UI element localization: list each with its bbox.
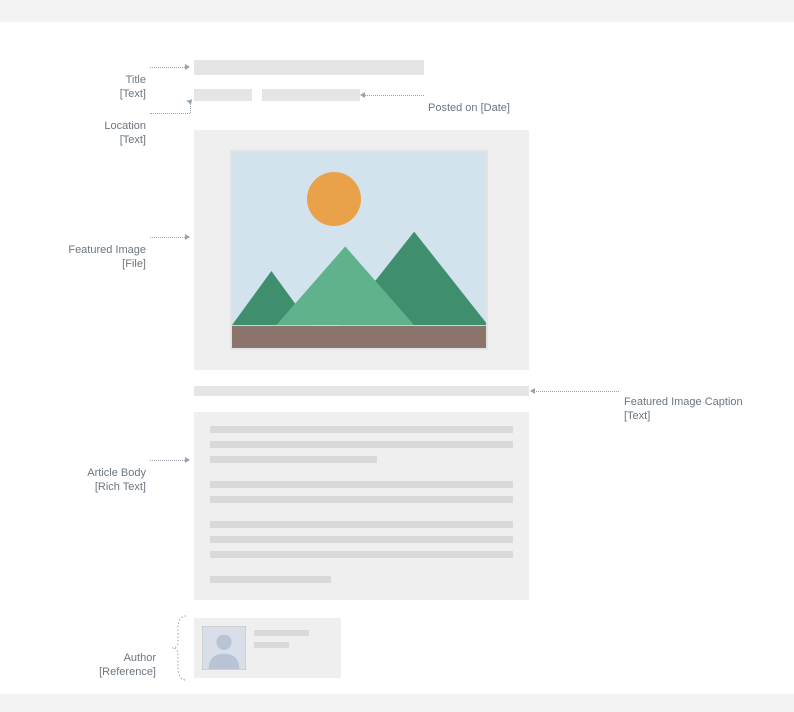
label-author-type: [Reference] <box>76 666 156 680</box>
label-location: Location [Text] <box>76 106 146 161</box>
label-title-type: [Text] <box>86 88 146 102</box>
body-line <box>210 576 331 583</box>
arrow-article-body <box>185 457 190 463</box>
body-line <box>210 551 513 558</box>
leader-title <box>150 67 185 68</box>
label-featured-image-text: Featured Image <box>68 244 146 256</box>
body-line <box>210 426 513 433</box>
top-background-strip <box>0 0 794 22</box>
label-article-body-text: Article Body <box>87 467 146 479</box>
field-title-placeholder <box>194 60 424 75</box>
body-line <box>210 456 377 463</box>
field-author-placeholder <box>194 618 341 678</box>
leader-posted-on <box>364 95 424 96</box>
label-featured-caption-type: [Text] <box>624 410 650 422</box>
label-article-body-type: [Rich Text] <box>56 481 146 495</box>
arrow-featured-image <box>185 234 190 240</box>
label-author: Author [Reference] <box>76 638 156 693</box>
bottom-background-strip <box>0 694 794 712</box>
label-title-text: Title <box>126 74 146 86</box>
label-location-type: [Text] <box>76 134 146 148</box>
leader-featured-image <box>150 237 185 238</box>
body-line <box>210 481 513 488</box>
leader-featured-caption <box>534 391 619 392</box>
field-featured-image-placeholder <box>194 130 529 370</box>
field-article-body-placeholder <box>194 412 529 600</box>
author-meta-lines <box>254 626 333 670</box>
body-line <box>210 441 513 448</box>
label-article-body: Article Body [Rich Text] <box>56 453 146 508</box>
author-line <box>254 630 309 636</box>
label-author-text: Author <box>124 652 156 664</box>
label-featured-caption: Featured Image Caption [Text] <box>624 382 743 423</box>
arrow-featured-caption <box>530 388 535 394</box>
field-featured-caption-placeholder <box>194 386 529 396</box>
label-featured-image: Featured Image [File] <box>46 230 146 285</box>
label-posted-on-text: Posted on [Date] <box>428 102 510 114</box>
label-featured-caption-text: Featured Image Caption <box>624 396 743 408</box>
label-featured-image-type: [File] <box>46 258 146 272</box>
ground <box>232 326 486 348</box>
label-location-text: Location <box>104 120 146 132</box>
field-location-placeholder <box>194 89 252 101</box>
body-line <box>210 521 513 528</box>
leader-location-h <box>150 113 190 114</box>
body-line <box>210 536 513 543</box>
arrow-title <box>185 64 190 70</box>
featured-image-illustration <box>230 150 488 350</box>
label-posted-on: Posted on [Date] <box>428 88 510 116</box>
author-line <box>254 642 289 648</box>
body-line <box>210 496 513 503</box>
avatar-icon <box>202 626 246 670</box>
mountains-icon <box>232 216 486 326</box>
field-posted-on-placeholder <box>262 89 360 101</box>
leader-article-body <box>150 460 185 461</box>
arrow-posted-on <box>360 92 365 98</box>
brace-author <box>168 614 188 682</box>
